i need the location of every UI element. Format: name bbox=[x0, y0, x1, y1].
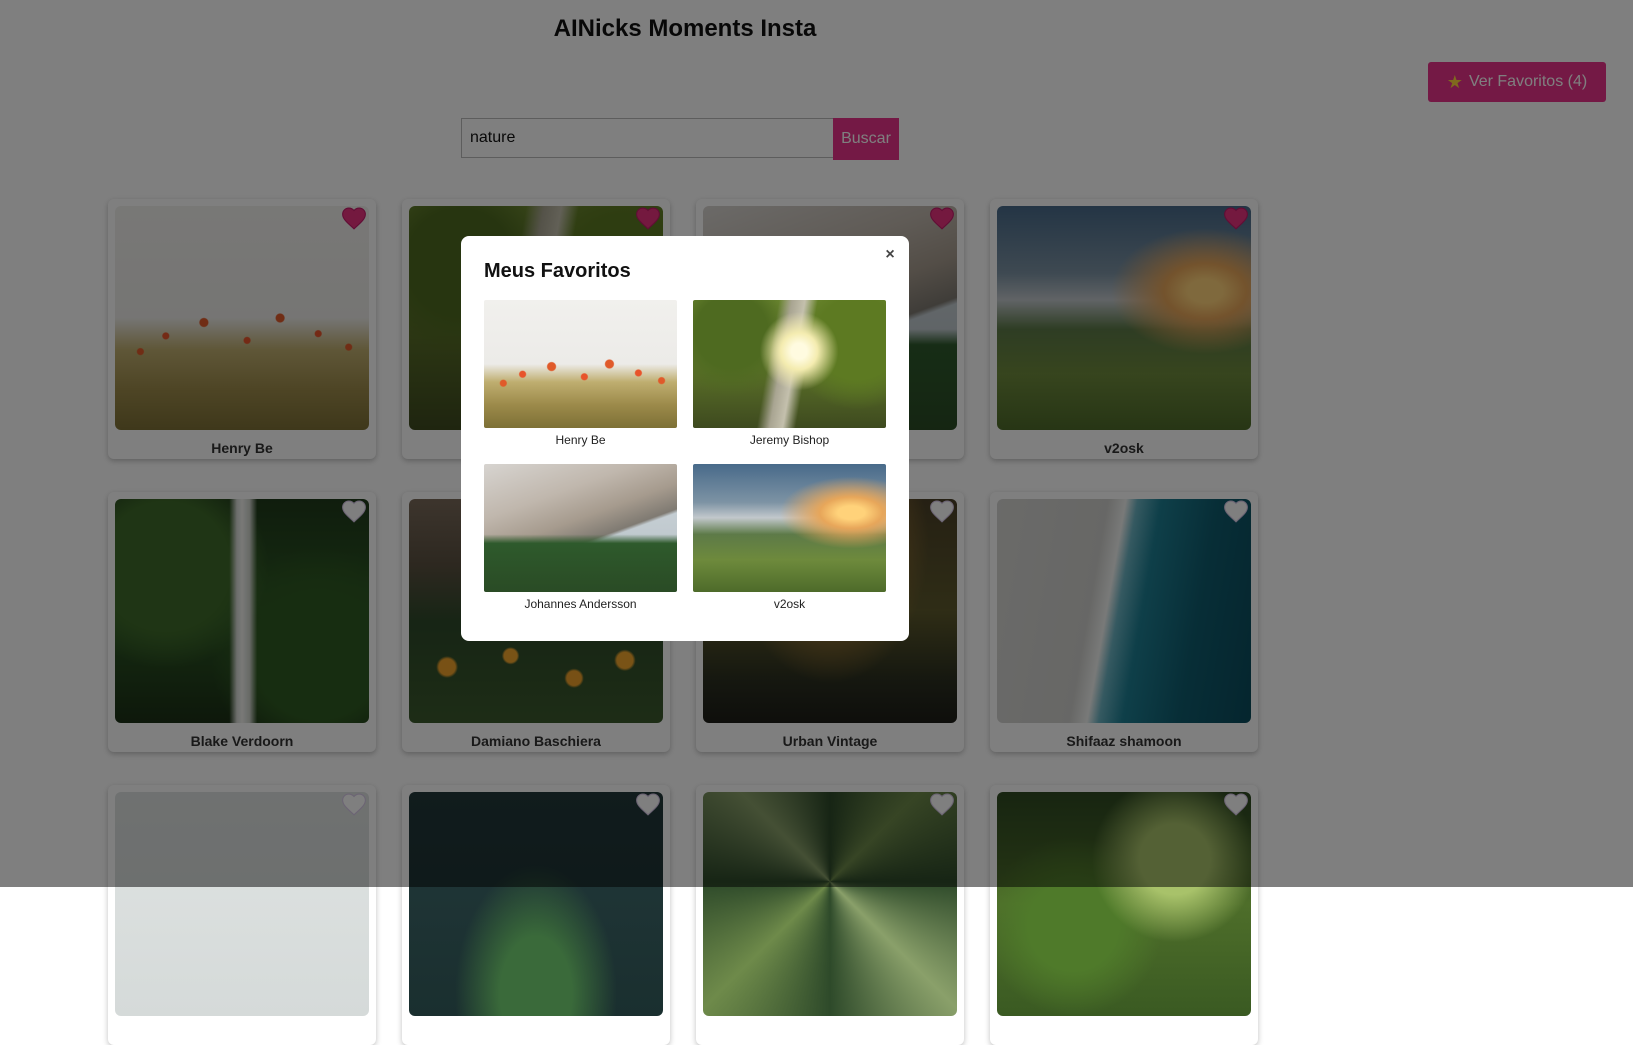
favorite-item[interactable]: v2osk bbox=[693, 464, 886, 611]
favorite-author: v2osk bbox=[773, 597, 806, 611]
close-icon[interactable]: × bbox=[879, 244, 901, 266]
modal-title: Meus Favoritos bbox=[484, 260, 631, 282]
favorite-author: Jeremy Bishop bbox=[749, 433, 830, 447]
favorite-item[interactable]: Jeremy Bishop bbox=[693, 300, 886, 447]
favorite-item[interactable]: Johannes Andersson bbox=[484, 464, 677, 611]
favorites-modal: × Meus Favoritos Henry Be Jeremy Bishop Jo… bbox=[461, 236, 909, 641]
favorite-author: Henry Be bbox=[555, 433, 606, 447]
favorite-item[interactable]: Henry Be bbox=[484, 300, 677, 447]
favorite-image[interactable] bbox=[693, 464, 886, 592]
favorite-author: Johannes Andersson bbox=[524, 597, 637, 611]
favorite-image[interactable] bbox=[693, 300, 886, 428]
favorites-grid: Henry Be Jeremy Bishop Johannes Andersson v… bbox=[484, 300, 886, 611]
favorite-image[interactable] bbox=[484, 300, 677, 428]
favorite-image[interactable] bbox=[484, 464, 677, 592]
